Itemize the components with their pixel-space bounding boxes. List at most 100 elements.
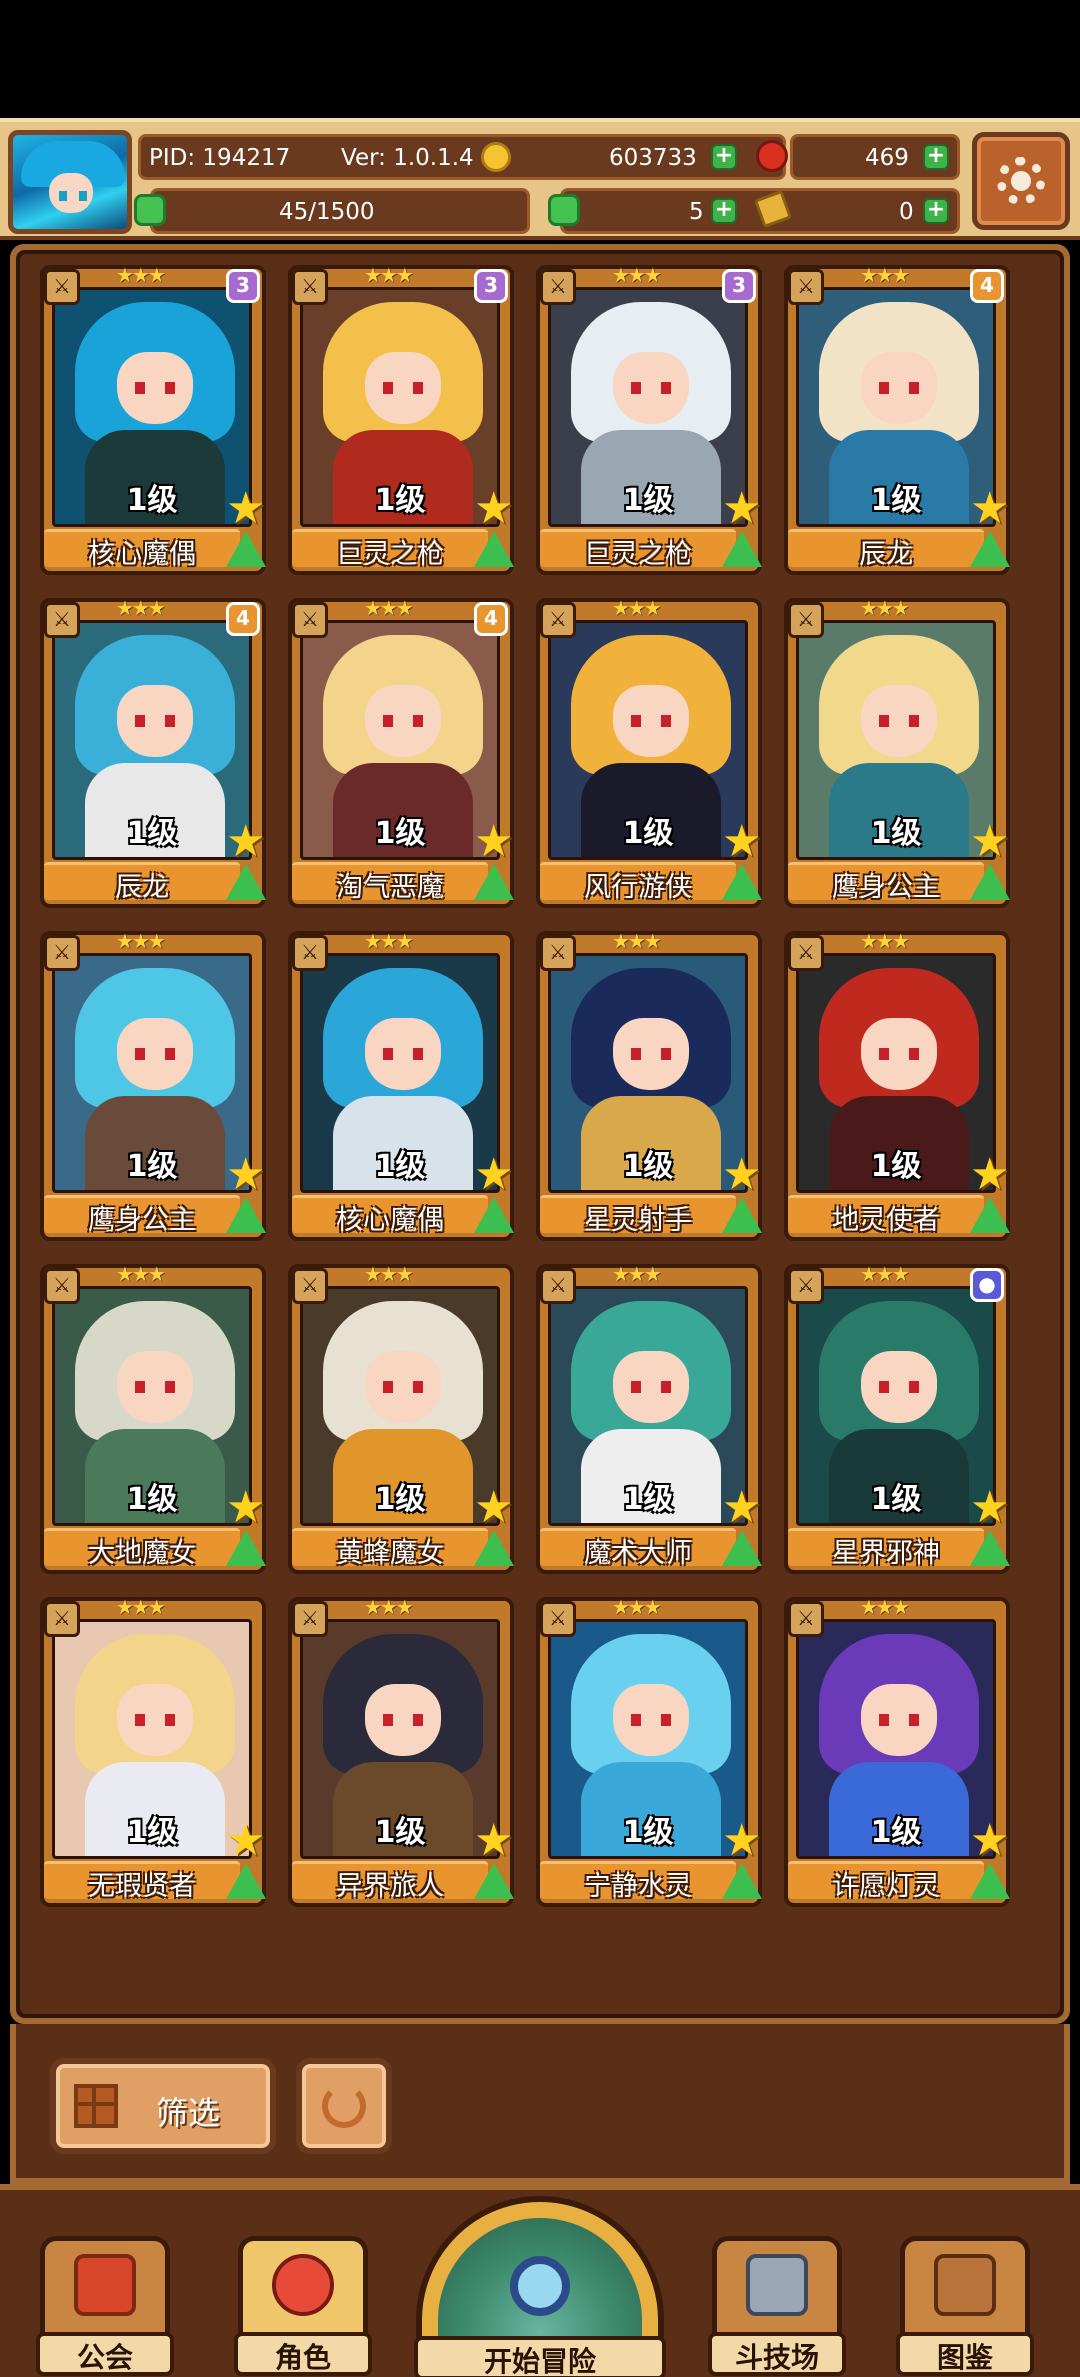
- tier-badge: 4: [226, 602, 260, 636]
- level-up-arrow-icon[interactable]: [226, 1197, 266, 1233]
- hero-card[interactable]: ⚔ ★★★ 1级 核心魔偶 ★ 3: [40, 263, 266, 575]
- hero-eye: [165, 715, 175, 727]
- hero-card[interactable]: ⚔ ★★★ 1级 宁静水灵 ★: [536, 1595, 762, 1907]
- level-up-arrow-icon[interactable]: [970, 864, 1010, 900]
- hero-card[interactable]: ⚔ ★★★ 1级 辰龙 ★ 4: [784, 263, 1010, 575]
- hero-card[interactable]: ⚔ ★★★ 1级 巨灵之枪 ★ 3: [536, 263, 762, 575]
- hero-eye: [631, 382, 641, 394]
- star-upgrade-icon[interactable]: ★: [722, 1486, 761, 1530]
- hero-card[interactable]: ⚔ ★★★ 1级 鹰身公主 ★: [784, 596, 1010, 908]
- level-up-arrow-icon[interactable]: [226, 531, 266, 567]
- hero-card[interactable]: ⚔ ★★★ 1级 核心魔偶 ★: [288, 929, 514, 1241]
- rarity-stars-icon: ★★★: [612, 1595, 662, 1619]
- hero-level: 1级: [870, 816, 922, 851]
- filter-button[interactable]: 筛选: [50, 2058, 276, 2154]
- hero-level: 1级: [126, 1815, 178, 1850]
- star-upgrade-icon[interactable]: ★: [970, 487, 1009, 531]
- star-upgrade-icon[interactable]: ★: [722, 487, 761, 531]
- level-up-arrow-icon[interactable]: [722, 1530, 762, 1566]
- hero-card[interactable]: ⚔ ★★★ 1级 辰龙 ★ 4: [40, 596, 266, 908]
- star-upgrade-icon[interactable]: ★: [474, 1486, 513, 1530]
- hero-card[interactable]: ⚔ ★★★ 1级 星灵射手 ★: [536, 929, 762, 1241]
- hero-card[interactable]: ⚔ ★★★ 1级 黄蜂魔女 ★: [288, 1262, 514, 1574]
- tier-badge: 3: [474, 269, 508, 303]
- add-clover-button[interactable]: +: [711, 198, 737, 224]
- nav-character[interactable]: 角色: [234, 2236, 372, 2376]
- star-upgrade-icon[interactable]: ★: [474, 1819, 513, 1863]
- level-up-arrow-icon[interactable]: [970, 1863, 1010, 1899]
- star-upgrade-icon[interactable]: ★: [970, 1486, 1009, 1530]
- hero-eye: [165, 1714, 175, 1726]
- settings-button[interactable]: [972, 132, 1070, 230]
- hero-card[interactable]: ⚔ ★★★ 1级 大地魔女 ★: [40, 1262, 266, 1574]
- level-up-arrow-icon[interactable]: [474, 864, 514, 900]
- hero-face: [613, 352, 689, 424]
- hero-level: 1级: [374, 816, 426, 851]
- level-up-arrow-icon[interactable]: [226, 1863, 266, 1899]
- level-up-arrow-icon[interactable]: [474, 1197, 514, 1233]
- level-up-arrow-icon[interactable]: [722, 864, 762, 900]
- nav-guild[interactable]: 公会: [36, 2236, 174, 2376]
- hero-face: [613, 1684, 689, 1756]
- star-upgrade-icon[interactable]: ★: [970, 820, 1009, 864]
- hero-name: 无瑕贤者: [88, 1871, 196, 1902]
- player-avatar[interactable]: [8, 130, 132, 234]
- rarity-stars-icon: ★★★: [612, 1262, 662, 1286]
- hero-card[interactable]: ⚔ ★★★ 1级 异界旅人 ★: [288, 1595, 514, 1907]
- star-upgrade-icon[interactable]: ★: [722, 820, 761, 864]
- hero-card[interactable]: ⚔ ★★★ 1级 无瑕贤者 ★: [40, 1595, 266, 1907]
- star-upgrade-icon[interactable]: ★: [226, 820, 265, 864]
- hero-face: [861, 1684, 937, 1756]
- class-icon: ⚔: [44, 269, 80, 305]
- star-upgrade-icon[interactable]: ★: [474, 1153, 513, 1197]
- level-up-arrow-icon[interactable]: [722, 1863, 762, 1899]
- level-up-arrow-icon[interactable]: [474, 531, 514, 567]
- star-upgrade-icon[interactable]: ★: [722, 1153, 761, 1197]
- level-up-arrow-icon[interactable]: [970, 1197, 1010, 1233]
- hero-face: [117, 1018, 193, 1090]
- star-upgrade-icon[interactable]: ★: [226, 1819, 265, 1863]
- level-up-arrow-icon[interactable]: [226, 864, 266, 900]
- hero-card[interactable]: ⚔ ★★★ 1级 风行游侠 ★: [536, 596, 762, 908]
- star-upgrade-icon[interactable]: ★: [970, 1819, 1009, 1863]
- add-gem-button[interactable]: +: [923, 144, 949, 170]
- star-upgrade-icon[interactable]: ★: [474, 487, 513, 531]
- hero-card[interactable]: ⚔ ★★★ 1级 鹰身公主 ★: [40, 929, 266, 1241]
- level-up-arrow-icon[interactable]: [226, 1530, 266, 1566]
- star-upgrade-icon[interactable]: ★: [722, 1819, 761, 1863]
- rarity-stars-icon: ★★★: [860, 1262, 910, 1286]
- class-icon: ⚔: [44, 1268, 80, 1304]
- level-up-arrow-icon[interactable]: [970, 1530, 1010, 1566]
- level-up-arrow-icon[interactable]: [722, 1197, 762, 1233]
- hero-eye: [135, 1048, 145, 1060]
- rarity-stars-icon: ★★★: [860, 596, 910, 620]
- hero-card[interactable]: ⚔ ★★★ 1级 淘气恶魔 ★ 4: [288, 596, 514, 908]
- nav-codex[interactable]: 图鉴: [896, 2236, 1034, 2376]
- star-upgrade-icon[interactable]: ★: [226, 1486, 265, 1530]
- add-scroll-button[interactable]: +: [923, 198, 949, 224]
- level-up-arrow-icon[interactable]: [474, 1863, 514, 1899]
- hero-eye: [413, 1714, 423, 1726]
- hero-card[interactable]: ⚔ ★★★ 1级 魔术大师 ★: [536, 1262, 762, 1574]
- star-upgrade-icon[interactable]: ★: [226, 487, 265, 531]
- level-up-arrow-icon[interactable]: [474, 1530, 514, 1566]
- star-upgrade-icon[interactable]: ★: [474, 820, 513, 864]
- rarity-stars-icon: ★★★: [612, 929, 662, 953]
- hero-card[interactable]: ⚔ ★★★ 1级 巨灵之枪 ★ 3: [288, 263, 514, 575]
- hero-card[interactable]: ⚔ ★★★ 1级 地灵使者 ★: [784, 929, 1010, 1241]
- star-upgrade-icon[interactable]: ★: [226, 1153, 265, 1197]
- rarity-stars-icon: ★★★: [612, 596, 662, 620]
- level-up-arrow-icon[interactable]: [722, 531, 762, 567]
- add-gold-button[interactable]: +: [711, 144, 737, 170]
- star-upgrade-icon[interactable]: ★: [970, 1153, 1009, 1197]
- hero-card[interactable]: ⚔ ★★★ 1级 星界邪神 ★ ●: [784, 1262, 1010, 1574]
- scroll-amount: 0: [899, 199, 914, 225]
- level-up-arrow-icon[interactable]: [970, 531, 1010, 567]
- hero-card[interactable]: ⚔ ★★★ 1级 许愿灯灵 ★: [784, 1595, 1010, 1907]
- hero-eye: [413, 382, 423, 394]
- rarity-stars-icon: ★★★: [860, 929, 910, 953]
- refresh-button[interactable]: [296, 2058, 392, 2154]
- nav-arena[interactable]: 斗技场: [708, 2236, 846, 2376]
- class-icon: ⚔: [540, 269, 576, 305]
- start-adventure-button[interactable]: 开始冒险: [414, 2196, 666, 2377]
